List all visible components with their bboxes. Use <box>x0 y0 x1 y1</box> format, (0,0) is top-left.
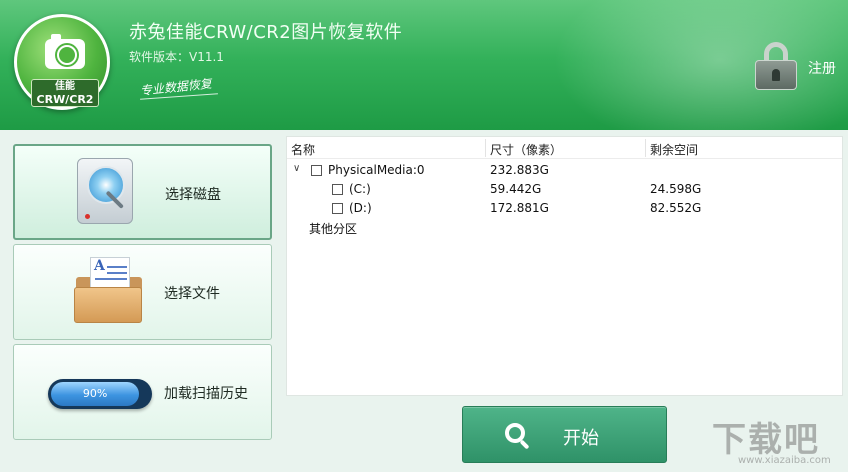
watermark: 下载吧 <box>712 420 820 460</box>
document-sheet: A <box>90 257 130 289</box>
row-free: 82.552G <box>650 201 702 215</box>
camera-logo-icon: 佳能 CRW/CR2 <box>14 14 110 110</box>
hard-disk-icon <box>77 158 137 228</box>
row-checkbox[interactable] <box>311 165 322 176</box>
select-disk-label: 选择磁盘 <box>165 187 221 203</box>
column-divider[interactable] <box>645 139 646 157</box>
progress-icon: 90% <box>48 379 152 409</box>
progress-percent: 90% <box>82 387 108 400</box>
row-size: 59.442G <box>490 182 542 196</box>
row-checkbox[interactable] <box>332 203 343 214</box>
app-title: 赤兔佳能CRW/CR2图片恢复软件 <box>129 22 403 43</box>
row-name: (D:) <box>349 201 372 215</box>
search-icon-handle <box>519 439 530 450</box>
logo-badge: 佳能 CRW/CR2 <box>31 79 99 107</box>
logo-line2: CRW/CR2 <box>36 93 94 106</box>
app-header: 佳能 CRW/CR2 赤兔佳能CRW/CR2图片恢复软件 软件版本：V11.1 … <box>0 0 848 130</box>
start-button[interactable]: 开始 <box>462 406 667 463</box>
document-letter-glyph: A <box>94 258 105 274</box>
row-checkbox[interactable] <box>332 184 343 195</box>
folder-front <box>74 287 142 323</box>
register-button[interactable]: 注册 <box>808 58 836 78</box>
select-file-button[interactable]: A 选择文件 <box>13 244 272 340</box>
header-glow <box>540 0 848 130</box>
watermark-url: www.xiazaiba.com <box>738 455 831 466</box>
table-row[interactable]: ∨ PhysicalMedia:0 232.883G <box>287 161 842 180</box>
lock-icon[interactable] <box>755 42 797 90</box>
search-icon <box>505 423 531 450</box>
table-row[interactable]: 其他分区 <box>287 218 842 237</box>
folder-document-icon: A <box>74 257 144 327</box>
doc-line <box>95 278 127 280</box>
app-version: 软件版本：V11.1 <box>129 50 224 64</box>
row-name: 其他分区 <box>309 222 358 236</box>
load-scan-history-button[interactable]: 90% 加载扫描历史 <box>13 344 272 440</box>
column-header-name[interactable]: 名称 <box>291 141 315 158</box>
select-disk-button[interactable]: 选择磁盘 <box>13 144 272 240</box>
logo-line1: 佳能 <box>55 81 75 92</box>
disk-led <box>85 214 90 219</box>
column-header-size[interactable]: 尺寸（像素） <box>490 141 562 158</box>
start-label: 开始 <box>563 428 599 449</box>
row-free: 24.598G <box>650 182 702 196</box>
doc-line <box>107 266 127 268</box>
row-name: PhysicalMedia:0 <box>328 163 425 177</box>
table-row[interactable]: (D:) 172.881G 82.552G <box>287 199 842 218</box>
column-header-free[interactable]: 剩余空间 <box>650 141 698 158</box>
row-size: 232.883G <box>490 163 549 177</box>
select-file-label: 选择文件 <box>164 286 220 302</box>
sidebar: 选择磁盘 A 选择文件 90% 加载扫描历史 <box>8 136 280 446</box>
table-row[interactable]: (C:) 59.442G 24.598G <box>287 180 842 199</box>
load-scan-history-label: 加载扫描历史 <box>164 386 248 402</box>
row-name: (C:) <box>349 182 371 196</box>
chevron-down-icon[interactable]: ∨ <box>293 163 300 174</box>
drive-table: 名称 尺寸（像素） 剩余空间 ∨ PhysicalMedia:0 232.883… <box>286 136 843 396</box>
camera-shape <box>45 34 85 69</box>
lock-keyhole <box>772 69 780 81</box>
column-divider[interactable] <box>485 139 486 157</box>
doc-line <box>107 272 127 274</box>
disk-platter <box>87 166 125 204</box>
row-size: 172.881G <box>490 201 549 215</box>
table-header: 名称 尺寸（像素） 剩余空间 <box>287 137 842 159</box>
progress-fill: 90% <box>51 382 140 406</box>
